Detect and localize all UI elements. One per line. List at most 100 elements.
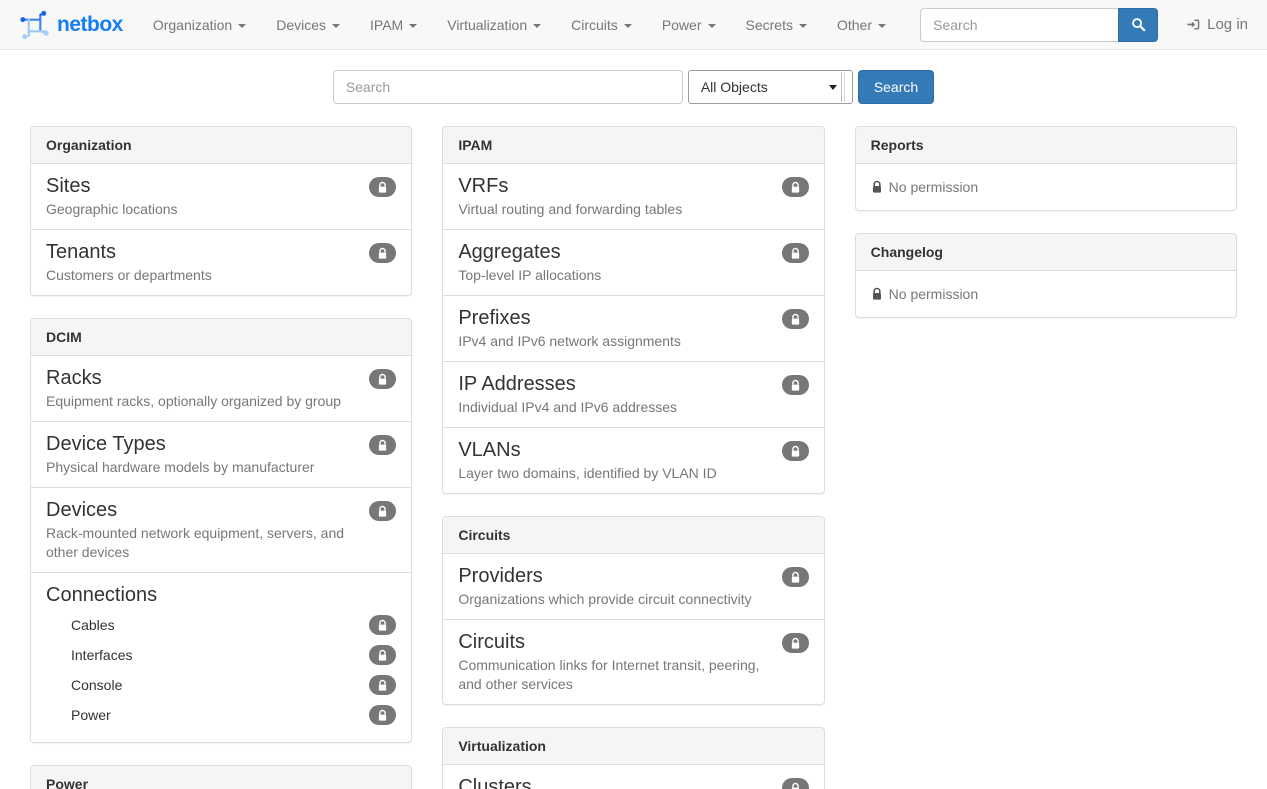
nav-menu-virtualization[interactable]: Virtualization xyxy=(432,0,556,49)
item-link-clusters[interactable]: Clusters xyxy=(458,775,531,789)
item-link-devices[interactable]: Devices xyxy=(46,498,117,522)
list-item: Aggregates Top-level IP allocations xyxy=(443,230,823,296)
nav-menu-other[interactable]: Other xyxy=(822,0,901,49)
item-description: Virtual routing and forwarding tables xyxy=(458,200,771,219)
list-item: Device Types Physical hardware models by… xyxy=(31,422,411,488)
list-item: Devices Rack-mounted network equipment, … xyxy=(31,488,411,573)
list-item: Clusters xyxy=(443,765,823,789)
item-link-console[interactable]: Console xyxy=(71,677,122,693)
nav-menu-label: Power xyxy=(662,17,702,33)
item-link-connections[interactable]: Connections xyxy=(46,583,157,607)
nav-menu-circuits[interactable]: Circuits xyxy=(556,0,647,49)
item-link-vrfs[interactable]: VRFs xyxy=(458,174,508,198)
item-description: Customers or departments xyxy=(46,266,359,285)
no-permission-row: No permission xyxy=(856,271,1236,317)
panel-heading: Power xyxy=(31,766,411,789)
lock-badge xyxy=(369,705,396,725)
item-link-device-types[interactable]: Device Types xyxy=(46,432,166,456)
top-navbar: netbox Organization Devices IPAM Virtual… xyxy=(0,0,1267,50)
item-link-aggregates[interactable]: Aggregates xyxy=(458,240,560,264)
item-link-prefixes[interactable]: Prefixes xyxy=(458,306,530,330)
lock-icon xyxy=(790,782,801,789)
chevron-down-icon xyxy=(332,24,340,28)
item-link-tenants[interactable]: Tenants xyxy=(46,240,116,264)
item-description: Communication links for Internet transit… xyxy=(458,656,771,694)
item-description: Individual IPv4 and IPv6 addresses xyxy=(458,398,771,417)
lock-badge xyxy=(782,441,809,461)
item-main: Providers Organizations which provide ci… xyxy=(458,564,771,609)
no-permission-row: No permission xyxy=(856,164,1236,210)
lock-icon xyxy=(871,180,883,194)
list-item: Prefixes IPv4 and IPv6 network assignmen… xyxy=(443,296,823,362)
item-description: Physical hardware models by manufacturer xyxy=(46,458,359,477)
lock-icon xyxy=(790,313,801,326)
nav-menu-power[interactable]: Power xyxy=(647,0,731,49)
netbox-brand-link[interactable]: netbox xyxy=(15,0,138,49)
lock-badge xyxy=(782,567,809,587)
item-description: Equipment racks, optionally organized by… xyxy=(46,392,359,411)
login-link[interactable]: Log in xyxy=(1171,0,1252,49)
global-search-button[interactable]: Search xyxy=(858,70,934,104)
sub-item-row: Console xyxy=(46,670,396,700)
nav-menu-ipam[interactable]: IPAM xyxy=(355,0,432,49)
panel-virtualization: Virtualization Clusters xyxy=(442,727,824,789)
item-main: Clusters xyxy=(458,775,771,789)
lock-icon xyxy=(377,649,388,662)
item-link-vlans[interactable]: VLANs xyxy=(458,438,520,462)
no-permission-text: No permission xyxy=(889,286,978,302)
item-link-power-connections[interactable]: Power xyxy=(71,707,111,723)
nav-menu-organization[interactable]: Organization xyxy=(138,0,261,49)
list-item: Tenants Customers or departments xyxy=(31,230,411,295)
panel-changelog: Changelog No permission xyxy=(855,233,1237,318)
global-search-bar: All Objects Search xyxy=(0,70,1267,104)
item-link-cables[interactable]: Cables xyxy=(71,617,115,633)
item-link-racks[interactable]: Racks xyxy=(46,366,102,390)
item-main: Tenants Customers or departments xyxy=(46,240,359,285)
panel-heading: IPAM xyxy=(443,127,823,164)
connections-group: Connections Cables Interfaces xyxy=(31,573,411,742)
item-link-circuits[interactable]: Circuits xyxy=(458,630,525,654)
nav-menu-label: Other xyxy=(837,17,872,33)
navbar-search-button[interactable] xyxy=(1118,8,1158,42)
search-icon xyxy=(1131,17,1146,32)
list-item: Circuits Communication links for Interne… xyxy=(443,620,823,704)
nav-menu-devices[interactable]: Devices xyxy=(261,0,355,49)
item-description: IPv4 and IPv6 network assignments xyxy=(458,332,771,351)
navbar-search-input[interactable] xyxy=(920,8,1118,42)
panel-heading: Organization xyxy=(31,127,411,164)
item-link-interfaces[interactable]: Interfaces xyxy=(71,647,132,663)
lock-badge xyxy=(369,615,396,635)
item-main: IP Addresses Individual IPv4 and IPv6 ad… xyxy=(458,372,771,417)
item-main: Racks Equipment racks, optionally organi… xyxy=(46,366,359,411)
lock-icon xyxy=(790,379,801,392)
lock-icon xyxy=(790,571,801,584)
lock-badge xyxy=(369,675,396,695)
global-search-input[interactable] xyxy=(333,70,683,104)
panel-heading: Changelog xyxy=(856,234,1236,271)
lock-icon xyxy=(790,445,801,458)
no-permission-text: No permission xyxy=(889,179,978,195)
item-link-ip-addresses[interactable]: IP Addresses xyxy=(458,372,575,396)
panel-heading: DCIM xyxy=(31,319,411,356)
lock-icon xyxy=(377,439,388,452)
lock-icon xyxy=(377,679,388,692)
object-type-select[interactable]: All Objects xyxy=(688,70,853,104)
lock-icon xyxy=(790,181,801,194)
lock-icon xyxy=(871,287,883,301)
item-link-providers[interactable]: Providers xyxy=(458,564,542,588)
item-main: Devices Rack-mounted network equipment, … xyxy=(46,498,359,562)
lock-badge xyxy=(782,375,809,395)
netbox-logo-icon xyxy=(19,9,50,40)
chevron-down-icon xyxy=(409,24,417,28)
item-main: Device Types Physical hardware models by… xyxy=(46,432,359,477)
nav-menu-secrets[interactable]: Secrets xyxy=(731,0,822,49)
brand-label: netbox xyxy=(57,13,123,37)
select-scroll-strip xyxy=(841,72,845,102)
lock-badge xyxy=(369,645,396,665)
item-link-sites[interactable]: Sites xyxy=(46,174,90,198)
chevron-down-icon xyxy=(878,24,886,28)
sub-item-row: Interfaces xyxy=(46,640,396,670)
item-description: Organizations which provide circuit conn… xyxy=(458,590,771,609)
chevron-down-icon xyxy=(799,24,807,28)
lock-icon xyxy=(377,619,388,632)
